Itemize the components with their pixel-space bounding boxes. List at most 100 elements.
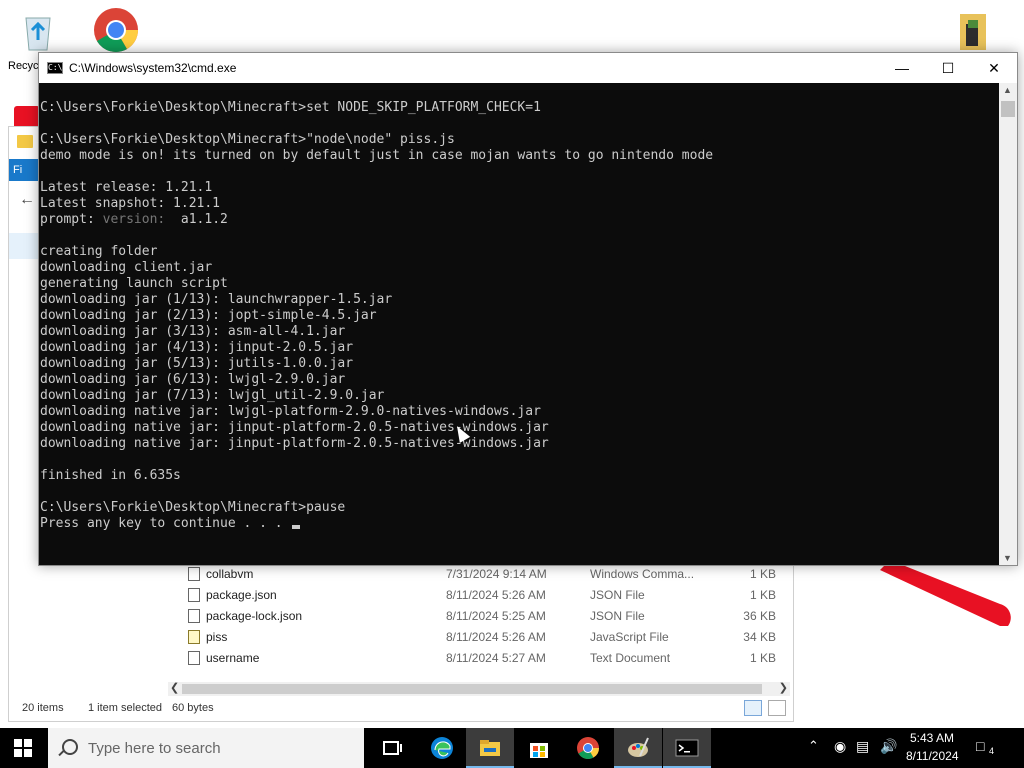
console-line: C:\Users\Forkie\Desktop\Minecraft>pause [40, 500, 346, 515]
vertical-scrollbar[interactable]: ▲ ▼ [999, 83, 1017, 565]
cmd-window[interactable]: C:\ C:\Windows\system32\cmd.exe — ☐ ✕ C:… [38, 52, 1018, 566]
search-placeholder: Type here to search [88, 740, 221, 757]
console-line: downloading jar (3/13): asm-all-4.1.jar [40, 324, 346, 339]
pause-text: Press any key to continue . . . [40, 516, 291, 531]
file-type: Windows Comma... [590, 567, 695, 581]
scrollbar-thumb[interactable] [1001, 101, 1015, 117]
console-line: downloading jar (2/13): jopt-simple-4.5.… [40, 308, 377, 323]
console-line: generating launch script [40, 276, 228, 291]
file-explorer-button[interactable] [466, 728, 514, 768]
console-line: downloading client.jar [40, 260, 213, 275]
file-date: 8/11/2024 5:25 AM [446, 609, 546, 623]
file-tab[interactable]: Fi [9, 159, 39, 181]
file-size: 34 KB [743, 630, 776, 644]
console-line: Latest release: 1.21.1 [40, 180, 213, 195]
prompt-label: prompt: [40, 212, 95, 227]
clock-time[interactable]: 5:43 AM [910, 731, 954, 745]
text-file-icon [188, 651, 200, 665]
search-icon [62, 739, 78, 755]
edge-button[interactable] [418, 728, 466, 768]
console-prompt-line: prompt: version: a1.1.2 [40, 212, 228, 228]
console-line: downloading jar (1/13): launchwrapper-1.… [40, 292, 393, 307]
network-icon[interactable]: ▤ [856, 738, 869, 755]
cmd-taskbar-button[interactable] [663, 728, 711, 768]
console-line: creating folder [40, 244, 158, 259]
recycle-bin-icon[interactable] [18, 10, 58, 52]
file-row-package-json[interactable]: package.json 8/11/2024 5:26 AM JSON File… [172, 585, 784, 606]
console-pause-line: Press any key to continue . . . [40, 516, 301, 532]
chevron-up-icon[interactable]: ⌃ [808, 738, 819, 754]
notification-icon[interactable]: □ [976, 738, 984, 754]
file-type: JSON File [590, 588, 645, 602]
file-name: collabvm [206, 567, 254, 581]
file-date: 8/11/2024 5:26 AM [446, 588, 546, 602]
chrome-desktop-icon[interactable] [92, 6, 140, 54]
notification-count: 4 [989, 746, 995, 756]
minecraft-folder-icon[interactable] [958, 10, 988, 52]
start-button[interactable] [0, 728, 48, 768]
close-button[interactable]: ✕ [971, 53, 1017, 83]
horizontal-scrollbar[interactable]: ❮ ❯ [168, 682, 790, 696]
console-line: demo mode is on! its turned on by defaul… [40, 148, 714, 163]
view-toggle [744, 700, 788, 721]
cmd-window-icon: C:\ [47, 62, 63, 74]
volume-icon[interactable]: 🔊 [880, 738, 897, 755]
taskbar-search-box[interactable]: Type here to search [48, 728, 364, 768]
file-size: 1 KB [749, 588, 776, 602]
scroll-down-icon[interactable]: ▼ [1003, 553, 1012, 563]
file-name: username [206, 651, 260, 665]
prompt-key: version: [102, 212, 166, 227]
taskbar: Type here to search ⌃ ◉ ▤ 🔊 5:43 AM 8/11… [0, 728, 1024, 768]
nav-pane-item[interactable] [9, 233, 39, 259]
file-size: 1 KB [749, 651, 776, 665]
console-line: downloading native jar: jinput-platform-… [40, 420, 549, 435]
console-line: C:\Users\Forkie\Desktop\Minecraft>set NO… [40, 100, 541, 115]
large-icons-view-icon[interactable] [768, 700, 787, 716]
folder-icon [17, 135, 33, 148]
file-row-username[interactable]: username 8/11/2024 5:27 AM Text Document… [172, 648, 784, 669]
file-row-package-lock-json[interactable]: package-lock.json 8/11/2024 5:25 AM JSON… [172, 606, 784, 627]
store-icon [530, 743, 548, 758]
console-line: downloading jar (5/13): jutils-1.0.0.jar [40, 356, 354, 371]
scrollbar-thumb[interactable] [182, 684, 762, 694]
task-view-button[interactable] [368, 728, 416, 768]
file-date: 7/31/2024 9:14 AM [446, 567, 547, 581]
item-count: 20 items [22, 702, 64, 714]
location-icon[interactable]: ◉ [834, 738, 846, 755]
file-date: 8/11/2024 5:26 AM [446, 630, 546, 644]
file-name: package.json [206, 588, 277, 602]
scroll-right-icon[interactable]: ❯ [779, 681, 788, 694]
javascript-file-icon [188, 630, 200, 644]
console-line: Latest snapshot: 1.21.1 [40, 196, 221, 211]
paint-button[interactable] [614, 728, 662, 768]
maximize-button[interactable]: ☐ [925, 53, 971, 83]
console-line: downloading jar (6/13): lwjgl-2.9.0.jar [40, 372, 346, 387]
chrome-button[interactable] [564, 728, 612, 768]
minimize-button[interactable]: — [879, 53, 925, 83]
red-desktop-shape [880, 560, 1011, 626]
clock-date[interactable]: 8/11/2024 [906, 749, 959, 763]
store-button[interactable] [515, 728, 563, 768]
file-row-piss[interactable]: piss 8/11/2024 5:26 AM JavaScript File 3… [172, 627, 784, 648]
recycle-bin-label: Recyc [8, 60, 39, 72]
console-output[interactable]: C:\Users\Forkie\Desktop\Minecraft>set NO… [39, 83, 999, 565]
details-view-icon[interactable] [744, 700, 762, 716]
file-name: package-lock.json [206, 609, 303, 623]
cmd-icon [675, 739, 699, 757]
edge-icon [431, 737, 453, 759]
windows-logo-icon [14, 739, 22, 747]
batch-file-icon [188, 567, 200, 581]
file-type: JSON File [590, 609, 645, 623]
console-line: downloading jar (4/13): jinput-2.0.5.jar [40, 340, 354, 355]
back-arrow-icon[interactable]: ← [19, 191, 35, 209]
scroll-left-icon[interactable]: ❮ [170, 681, 179, 694]
scroll-up-icon[interactable]: ▲ [1003, 85, 1012, 95]
console-line: finished in 6.635s [40, 468, 181, 483]
cmd-title-bar[interactable]: C:\ C:\Windows\system32\cmd.exe — ☐ ✕ [39, 53, 1017, 83]
text-cursor [292, 525, 301, 529]
chrome-icon [577, 737, 599, 759]
file-type: Text Document [590, 651, 671, 665]
paint-icon [628, 737, 649, 757]
file-row-collabvm[interactable]: collabvm 7/31/2024 9:14 AM Windows Comma… [172, 564, 784, 585]
file-name: piss [206, 630, 228, 644]
